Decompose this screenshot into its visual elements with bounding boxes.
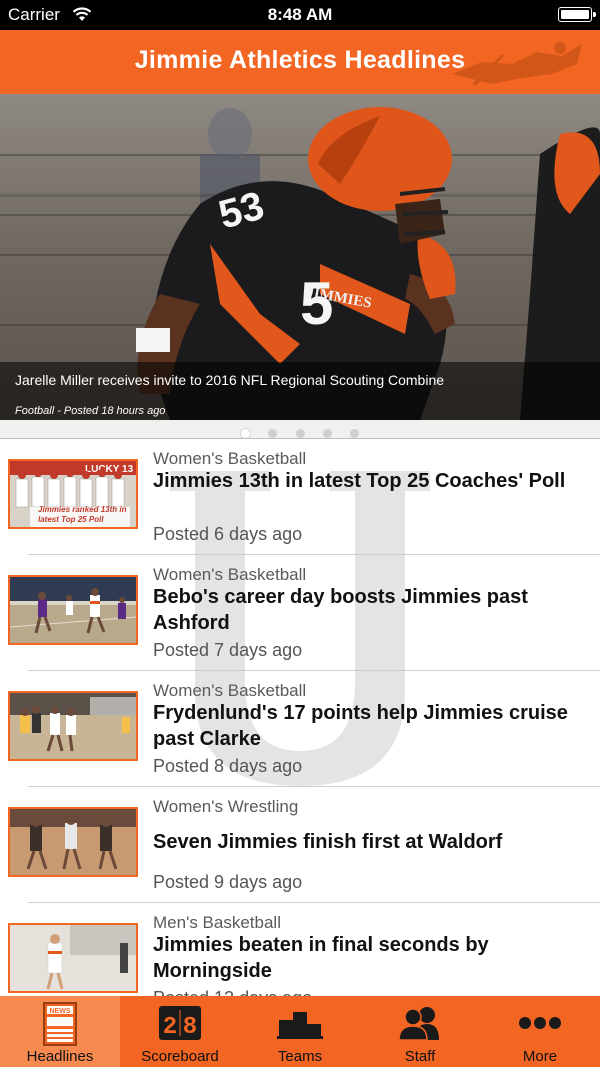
status-bar: Carrier 8:48 AM: [0, 0, 600, 30]
article-title[interactable]: Seven Jimmies finish first at Waldorf: [153, 829, 573, 855]
article-category: Women's Wrestling: [153, 797, 299, 816]
more-icon: [480, 1016, 600, 1035]
scoreboard-icon: 2 8: [120, 1002, 240, 1047]
list-item[interactable]: Men's Basketball Jimmies beaten in final…: [0, 903, 600, 996]
article-category: Women's Basketball: [153, 681, 307, 700]
article-thumbnail: [8, 691, 138, 761]
tab-bar: NEWS Headlines 2 8 Scoreboard Teams Staf…: [0, 996, 600, 1067]
page-dot[interactable]: [350, 429, 360, 438]
podium-icon: [240, 1010, 360, 1045]
tab-label: More: [522, 1048, 558, 1065]
tab-label: Headlines: [26, 1048, 94, 1065]
tab-label: Staff: [404, 1048, 436, 1065]
article-thumbnail: [8, 923, 138, 993]
hero-headline[interactable]: Jarelle Miller receives invite to 2016 N…: [15, 372, 444, 388]
people-icon: [360, 1006, 480, 1045]
article-category: Women's Basketball: [153, 565, 307, 584]
article-thumbnail: [8, 807, 138, 877]
list-item[interactable]: Women's Wrestling Seven Jimmies finish f…: [0, 787, 600, 903]
article-thumbnail: LUCKY 13 Jimmies ranked 13th in latest T…: [8, 459, 138, 529]
hero-meta: Football - Posted 18 hours ago: [15, 405, 166, 417]
nav-bar: Jimmie Athletics Headlines: [0, 30, 600, 94]
article-posted: Posted 9 days ago: [153, 872, 303, 892]
svg-text:LUCKY 13: LUCKY 13: [85, 464, 134, 475]
article-category: Men's Basketball: [153, 913, 281, 932]
battery-icon: [558, 7, 596, 22]
article-title[interactable]: Jimmies 13th in latest Top 25 Coaches' P…: [153, 468, 573, 494]
tab-scoreboard[interactable]: 2 8 Scoreboard: [120, 996, 240, 1067]
article-posted: Posted 12 days ago: [153, 988, 312, 996]
article-thumbnail: [8, 575, 138, 645]
list-item[interactable]: Women's Basketball Frydenlund's 17 point…: [0, 671, 600, 787]
article-title[interactable]: Bebo's career day boosts Jimmies past As…: [153, 584, 573, 636]
list-item[interactable]: LUCKY 13 Jimmies ranked 13th in latest T…: [0, 439, 600, 555]
list-item[interactable]: Women's Basketball Bebo's career day boo…: [0, 555, 600, 671]
tab-label: Teams: [277, 1048, 323, 1065]
page-dot[interactable]: [268, 429, 278, 438]
article-posted: Posted 7 days ago: [153, 640, 303, 660]
svg-text:NEWS: NEWS: [50, 1008, 71, 1015]
svg-text:8: 8: [183, 1014, 197, 1041]
headlines-list[interactable]: LUCKY 13 Jimmies ranked 13th in latest T…: [0, 439, 600, 996]
tab-staff[interactable]: Staff: [360, 996, 480, 1067]
page-control[interactable]: [0, 420, 600, 438]
page-dot[interactable]: [295, 429, 305, 438]
article-category: Women's Basketball: [153, 449, 307, 468]
svg-text:2: 2: [163, 1014, 177, 1041]
tab-headlines[interactable]: NEWS Headlines: [0, 996, 120, 1067]
article-posted: Posted 6 days ago: [153, 524, 303, 544]
article-title[interactable]: Jimmies beaten in final seconds by Morni…: [153, 932, 573, 984]
newspaper-icon: NEWS: [0, 1002, 120, 1051]
tab-label: Scoreboard: [141, 1048, 219, 1065]
article-posted: Posted 8 days ago: [153, 756, 303, 776]
tab-more[interactable]: More: [480, 996, 600, 1067]
page-title: Jimmie Athletics Headlines: [134, 46, 466, 74]
page-dot[interactable]: [322, 429, 332, 438]
thumbnail-banner-text: Jimmies ranked 13th in latest Top 25 Pol…: [38, 505, 127, 524]
tab-teams[interactable]: Teams: [240, 996, 360, 1067]
article-title[interactable]: Frydenlund's 17 points help Jimmies crui…: [153, 700, 573, 752]
page-dot-active[interactable]: [240, 429, 250, 438]
clock: 8:48 AM: [267, 5, 333, 24]
